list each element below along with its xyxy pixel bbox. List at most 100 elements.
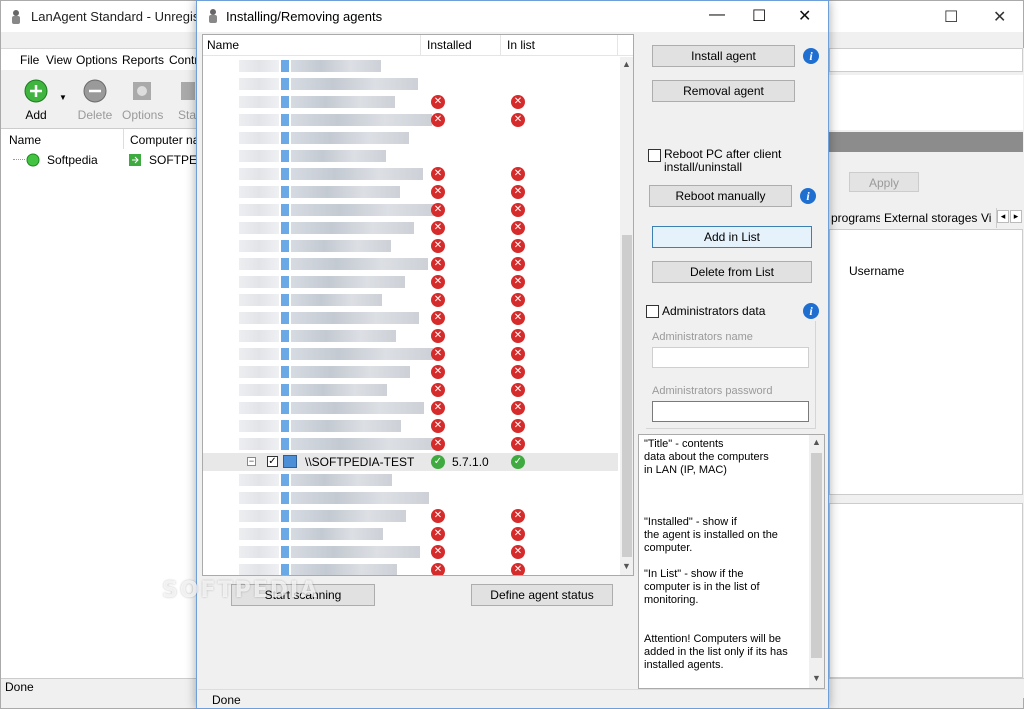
close-icon[interactable]: ✕ (798, 6, 811, 26)
reboot-manually-button[interactable]: Reboot manually (649, 185, 792, 207)
menu-view[interactable]: View (46, 53, 72, 67)
info-icon[interactable]: i (803, 303, 819, 319)
tree-row[interactable]: ✕ ✕ (203, 309, 618, 327)
add-button[interactable]: Add (16, 79, 56, 122)
tree-row[interactable]: ✕ ✕ (203, 165, 618, 183)
tree-row[interactable] (203, 129, 618, 147)
apply-button[interactable]: Apply (849, 172, 919, 192)
tree-header: Name Installed In list (203, 35, 633, 56)
delete-from-list-button[interactable]: Delete from List (652, 261, 812, 283)
tab-programs[interactable]: programs (827, 208, 887, 228)
tree-row[interactable]: ✕ ✕ (203, 507, 618, 525)
column-installed[interactable]: Installed (427, 38, 472, 52)
online-status-icon (26, 153, 40, 167)
menu-options[interactable]: Options (76, 53, 117, 67)
help-in-list-text: "In List" - show if the computer is in t… (644, 568, 760, 606)
redacted-computer-icon (281, 258, 289, 270)
redacted-tree-lines (239, 564, 279, 575)
tree-row[interactable] (203, 75, 618, 93)
tree-row[interactable]: ✕ ✕ (203, 525, 618, 543)
tree-row[interactable]: ✕ ✕ (203, 93, 618, 111)
tab-external-storages[interactable]: External storages (880, 208, 983, 228)
administrators-name-field[interactable] (652, 347, 809, 368)
column-name[interactable]: Name (207, 38, 239, 52)
not-in-list-icon: ✕ (511, 545, 525, 559)
redacted-computer-name (291, 114, 432, 126)
not-in-list-icon: ✕ (511, 113, 525, 127)
tree-row[interactable]: ✕ ✕ (203, 417, 618, 435)
tree-row[interactable]: ✕ ✕ (203, 561, 618, 575)
add-dropdown-icon[interactable]: ▼ (59, 93, 67, 102)
info-icon[interactable]: i (803, 48, 819, 64)
tree-row[interactable]: ✕ ✕ (203, 183, 618, 201)
tree-row[interactable]: ✕ ✕ (203, 273, 618, 291)
options-button-label: Options (122, 108, 164, 122)
tree-row[interactable]: ✕ ✕ (203, 363, 618, 381)
tab-scroll-right-icon[interactable]: ▸ (1010, 210, 1022, 223)
tree-row[interactable]: ✕ ✕ (203, 435, 618, 453)
administrators-password-field[interactable] (652, 401, 809, 422)
redacted-computer-name (291, 132, 409, 144)
tab-scroll-left-icon[interactable]: ◂ (997, 210, 1009, 223)
tree-row[interactable]: ✕ ✕ (203, 219, 618, 237)
redacted-tree-lines (239, 348, 279, 360)
tree-row[interactable]: ✕ ✕ (203, 543, 618, 561)
tree-row[interactable] (203, 489, 618, 507)
minimize-icon[interactable]: — (709, 6, 725, 24)
tree-row[interactable]: ✕ ✕ (203, 345, 618, 363)
column-computer-name[interactable]: Computer nam (122, 129, 202, 149)
computer-agent-icon (129, 154, 141, 166)
tree-row[interactable]: ✕ ✕ (203, 255, 618, 273)
scroll-up-icon[interactable]: ▲ (622, 59, 631, 69)
tree-row[interactable]: ✕ ✕ (203, 399, 618, 417)
delete-button-label: Delete (77, 108, 113, 122)
options-button[interactable]: Options (122, 79, 164, 122)
close-icon[interactable]: ✕ (993, 7, 1006, 27)
tree-row[interactable]: ✕ ✕ (203, 237, 618, 255)
not-in-list-icon: ✕ (511, 95, 525, 109)
help-installed-text: "Installed" - show if the agent is insta… (644, 516, 778, 554)
help-scrollbar[interactable]: ▲ ▼ (809, 435, 824, 688)
tree-row[interactable] (203, 57, 618, 75)
scroll-down-icon[interactable]: ▼ (622, 561, 631, 571)
list-item[interactable]: Softpedia SOFTPEDI (1, 151, 209, 169)
tree-row[interactable] (203, 147, 618, 165)
tree-row-selected[interactable]: − ✓ \\SOFTPEDIA-TEST ✓ 5.7.1.0 ✓ (203, 453, 618, 471)
define-agent-status-button[interactable]: Define agent status (471, 584, 613, 606)
scroll-up-icon[interactable]: ▲ (812, 437, 821, 447)
menu-control[interactable]: Contr (169, 53, 198, 67)
column-name[interactable]: Name (1, 129, 124, 149)
not-installed-icon: ✕ (431, 95, 445, 109)
administrators-checkbox-box[interactable] (646, 305, 659, 318)
scroll-down-icon[interactable]: ▼ (812, 673, 821, 683)
redacted-computer-name (291, 186, 400, 198)
maximize-icon[interactable]: ☐ (944, 7, 958, 27)
tree-row[interactable]: ✕ ✕ (203, 291, 618, 309)
not-installed-icon: ✕ (431, 113, 445, 127)
column-in-list[interactable]: In list (507, 38, 535, 52)
install-agent-button[interactable]: Install agent (652, 45, 795, 67)
tree-row[interactable] (203, 471, 618, 489)
collapse-icon[interactable]: − (247, 457, 256, 466)
delete-button[interactable]: Delete (75, 79, 115, 122)
row-checkbox[interactable]: ✓ (267, 456, 278, 467)
tree-row[interactable]: ✕ ✕ (203, 201, 618, 219)
tab-more[interactable]: Vi (977, 208, 997, 228)
reboot-checkbox-box[interactable] (648, 149, 661, 162)
agent-version: 5.7.1.0 (452, 455, 489, 469)
tree-row[interactable]: ✕ ✕ (203, 327, 618, 345)
tree-row[interactable]: ✕ ✕ (203, 381, 618, 399)
removal-agent-button[interactable]: Removal agent (652, 80, 795, 102)
tree-row[interactable]: ✕ ✕ (203, 111, 618, 129)
menu-file[interactable]: File (20, 53, 39, 67)
column-username[interactable]: Username (849, 264, 904, 278)
tree-scrollbar[interactable]: ▲ ▼ (620, 57, 633, 575)
help-scroll-thumb[interactable] (811, 453, 822, 658)
redacted-computer-name (291, 96, 395, 108)
info-icon[interactable]: i (800, 188, 816, 204)
not-in-list-icon: ✕ (511, 563, 525, 575)
maximize-icon[interactable]: ☐ (752, 6, 766, 26)
menu-reports[interactable]: Reports (122, 53, 164, 67)
add-in-list-button[interactable]: Add in List (652, 226, 812, 248)
scroll-thumb[interactable] (622, 235, 632, 557)
